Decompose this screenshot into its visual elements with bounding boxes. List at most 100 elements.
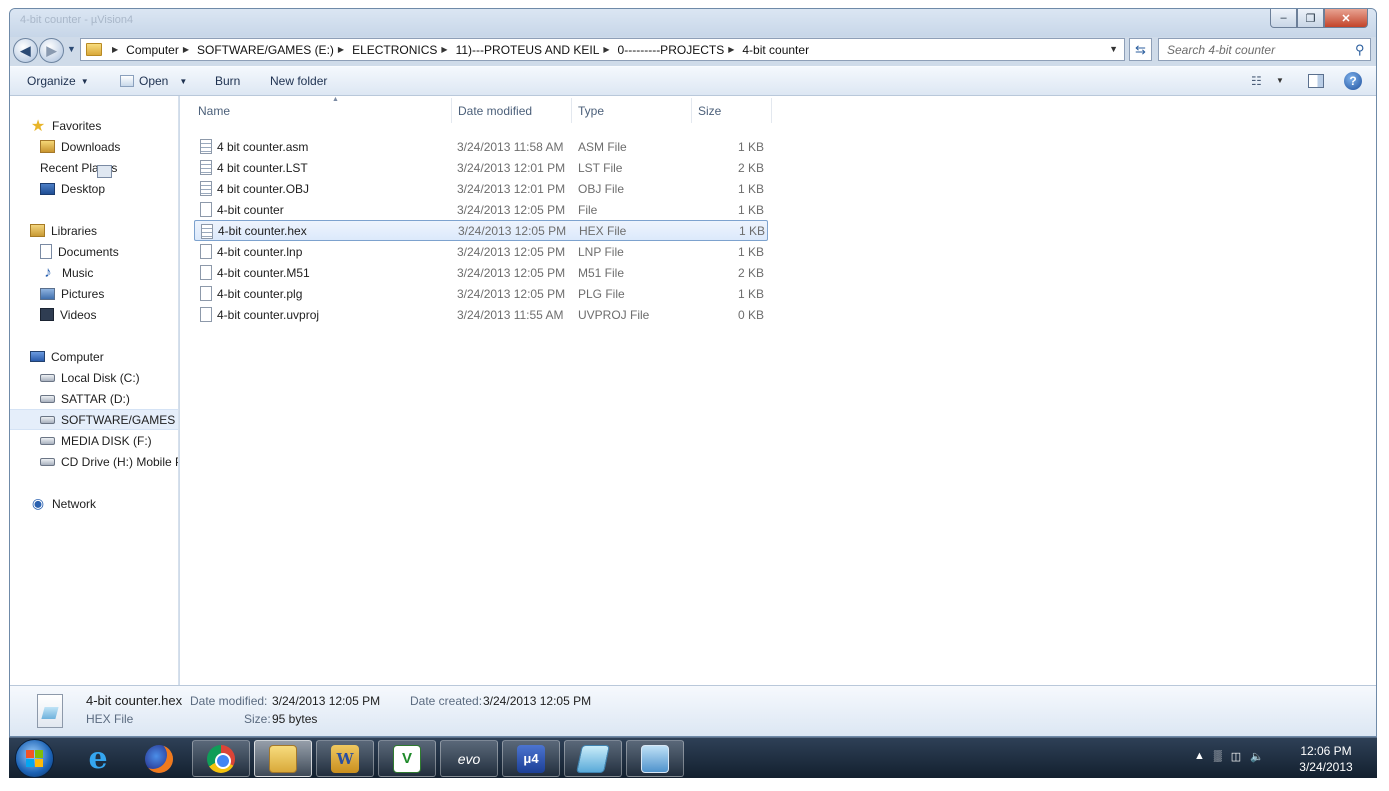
- nav-videos[interactable]: Videos: [40, 304, 96, 325]
- screen-icon: [641, 744, 669, 773]
- breadcrumb-root-arrow[interactable]: ▶: [108, 39, 126, 60]
- evo-icon: evo: [457, 750, 481, 767]
- address-bar[interactable]: ▶ Computer ▶ SOFTWARE/GAMES (E:) ▶ ELECTRO…: [80, 38, 1125, 61]
- address-dropdown-icon[interactable]: ▼: [1109, 44, 1118, 54]
- forward-button[interactable]: ▶: [39, 38, 64, 63]
- minimize-button[interactable]: –: [1270, 9, 1297, 28]
- taskbar-internet-explorer[interactable]: e: [69, 740, 127, 777]
- open-icon: [120, 75, 134, 87]
- taskbar-evo[interactable]: evo: [440, 740, 498, 777]
- nav-music[interactable]: ♪ Music: [40, 262, 93, 283]
- search-icon[interactable]: ⚲: [1355, 42, 1365, 58]
- preview-pane-icon[interactable]: [1308, 74, 1324, 88]
- close-button[interactable]: ✕: [1324, 9, 1368, 28]
- nav-cd-drive-h[interactable]: CD Drive (H:) Mobile P: [40, 451, 178, 472]
- nav-local-disk-c[interactable]: Local Disk (C:): [40, 367, 140, 388]
- file-row[interactable]: 4-bit counter.uvproj 3/24/2013 11:55 AM …: [194, 304, 768, 325]
- nav-libraries[interactable]: Libraries: [30, 220, 97, 241]
- file-date: 3/24/2013 12:01 PM: [457, 160, 566, 175]
- column-header-name[interactable]: Name ▲: [192, 96, 452, 123]
- file-row-selected[interactable]: 4-bit counter.hex 3/24/2013 12:05 PM HEX…: [194, 220, 768, 241]
- back-button[interactable]: ◀: [13, 38, 38, 63]
- column-header-type[interactable]: Type: [572, 98, 692, 123]
- file-row[interactable]: 4 bit counter.OBJ 3/24/2013 12:01 PM OBJ…: [194, 178, 768, 199]
- drive-icon: [40, 415, 55, 424]
- file-date: 3/24/2013 12:05 PM: [457, 202, 566, 217]
- nav-computer[interactable]: Computer: [30, 346, 104, 367]
- column-header-size[interactable]: Size: [692, 98, 772, 123]
- file-row[interactable]: 4-bit counter 3/24/2013 12:05 PM File 1 …: [194, 199, 768, 220]
- chevron-down-icon: ▼: [80, 76, 89, 86]
- nav-network[interactable]: ◉ Network: [30, 493, 96, 514]
- taskbar-screen[interactable]: [626, 740, 684, 777]
- cd-drive-icon: [40, 457, 55, 466]
- show-hidden-icons-icon[interactable]: ▲: [1194, 750, 1205, 763]
- nav-software-games-e[interactable]: SOFTWARE/GAMES (E: [10, 409, 178, 430]
- file-icon: [200, 181, 212, 196]
- organize-button[interactable]: Organize ▼: [27, 74, 89, 88]
- file-row[interactable]: 4-bit counter.lnp 3/24/2013 12:05 PM LNP…: [194, 241, 768, 262]
- title-bar[interactable]: 4-bit counter - µVision4 – ❐ ✕: [10, 9, 1376, 37]
- file-icon: [201, 224, 213, 239]
- nav-desktop[interactable]: Desktop: [40, 178, 105, 199]
- file-name: 4 bit counter.LST: [217, 160, 308, 175]
- folder-icon: [269, 744, 297, 773]
- breadcrumb-drive-e[interactable]: SOFTWARE/GAMES (E:) ▶: [197, 39, 352, 60]
- file-size: 0 KB: [737, 307, 764, 322]
- nav-media-disk-f[interactable]: MEDIA DISK (F:): [40, 430, 152, 451]
- uvision-icon: μ4: [517, 744, 545, 773]
- search-input[interactable]: [1158, 38, 1371, 61]
- nav-documents[interactable]: Documents: [40, 241, 119, 262]
- nav-recent-places[interactable]: Recent Places: [40, 157, 117, 178]
- clock[interactable]: 12:06 PM 3/24/2013: [1281, 743, 1371, 775]
- hex-file-icon: [37, 694, 63, 728]
- recent-pages-dropdown-icon[interactable]: ▼: [67, 44, 76, 54]
- breadcrumb-projects[interactable]: 0---------PROJECTS ▶: [618, 39, 743, 60]
- taskbar-hex-file[interactable]: [564, 740, 622, 777]
- file-row[interactable]: 4 bit counter.asm 3/24/2013 11:58 AM ASM…: [194, 136, 768, 157]
- help-icon[interactable]: ?: [1344, 72, 1362, 90]
- recent-places-icon: [97, 165, 112, 178]
- file-icon: [200, 139, 212, 154]
- taskbar-chrome[interactable]: [192, 740, 250, 777]
- power-icon[interactable]: ◫: [1231, 750, 1241, 763]
- file-type: OBJ File: [578, 181, 625, 196]
- file-row[interactable]: 4-bit counter.M51 3/24/2013 12:05 PM M51…: [194, 262, 768, 283]
- nav-favorites[interactable]: ★ Favorites: [30, 115, 102, 136]
- breadcrumb-computer[interactable]: Computer ▶: [126, 39, 197, 60]
- taskbar-word[interactable]: W: [316, 740, 374, 777]
- file-size: 1 KB: [737, 202, 764, 217]
- volume-icon[interactable]: 🔈: [1250, 750, 1264, 763]
- breadcrumb-electronics[interactable]: ELECTRONICS ▶: [352, 39, 456, 60]
- file-row[interactable]: 4-bit counter.plg 3/24/2013 12:05 PM PLG…: [194, 283, 768, 304]
- taskbar-firefox[interactable]: [130, 740, 188, 777]
- taskbar-vikings[interactable]: V: [378, 740, 436, 777]
- breadcrumb-proteus-keil[interactable]: 11)---PROTEUS AND KEIL ▶: [456, 39, 618, 60]
- maximize-button[interactable]: ❐: [1297, 9, 1324, 28]
- chevron-down-icon[interactable]: ▼: [1276, 76, 1284, 85]
- taskbar-windows-explorer[interactable]: [254, 740, 312, 777]
- burn-button[interactable]: Burn: [215, 74, 240, 88]
- breadcrumb-current-folder[interactable]: 4-bit counter: [742, 39, 809, 60]
- nav-pictures[interactable]: Pictures: [40, 283, 104, 304]
- view-options-icon[interactable]: ☷: [1251, 74, 1262, 88]
- new-folder-button[interactable]: New folder: [270, 74, 327, 88]
- signal-icon[interactable]: ▒: [1214, 750, 1222, 763]
- nav-sattar-d[interactable]: SATTAR (D:): [40, 388, 130, 409]
- file-type: ASM File: [578, 139, 627, 154]
- folder-icon: [86, 43, 102, 56]
- drive-icon: [40, 436, 55, 445]
- file-size: 1 KB: [737, 139, 764, 154]
- column-header-date-modified[interactable]: Date modified: [452, 98, 572, 123]
- file-icon: [200, 307, 212, 322]
- file-row[interactable]: 4 bit counter.LST 3/24/2013 12:01 PM LST…: [194, 157, 768, 178]
- clock-date: 3/24/2013: [1299, 760, 1353, 774]
- details-date-modified: 3/24/2013 12:05 PM: [272, 694, 381, 708]
- start-button[interactable]: [15, 739, 54, 778]
- refresh-icon[interactable]: ⇆: [1129, 38, 1152, 61]
- open-button[interactable]: Open ▼: [120, 74, 187, 88]
- taskbar-keil-uvision4[interactable]: μ4: [502, 740, 560, 777]
- nav-downloads[interactable]: Downloads: [40, 136, 120, 157]
- file-list: Name ▲ Date modified Type Size 4 bit cou…: [180, 96, 1376, 685]
- music-icon: ♪: [44, 264, 52, 281]
